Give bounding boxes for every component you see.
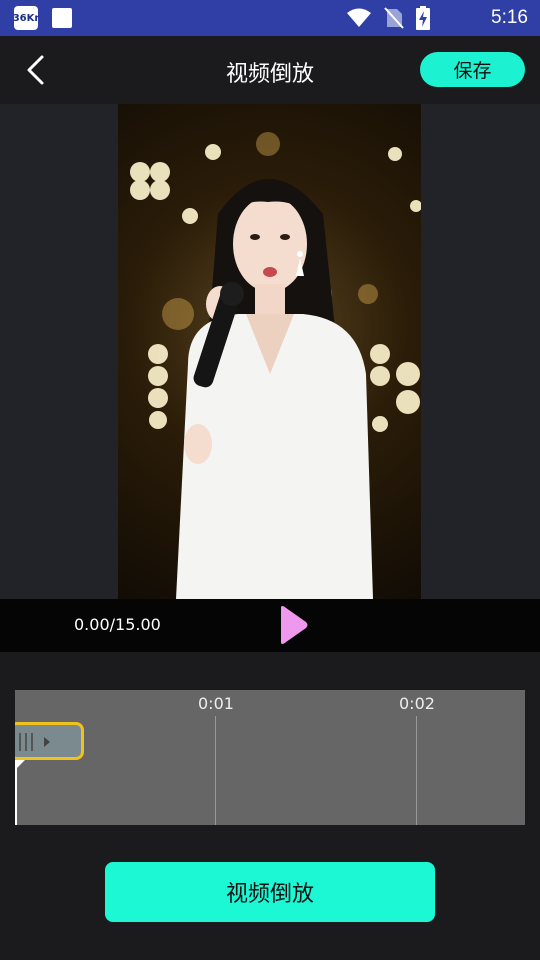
grip-icon [19, 733, 50, 751]
top-app-bar: 视频倒放 保存 [0, 36, 540, 104]
play-icon[interactable] [279, 605, 309, 645]
status-icons [346, 6, 430, 30]
time-readout: 0.00/15.00 [74, 615, 161, 634]
save-button[interactable]: 保存 [420, 52, 525, 87]
playback-bar: 0.00/15.00 [0, 599, 540, 652]
tick-line [215, 716, 216, 825]
video-preview-area [0, 104, 540, 599]
status-time: 5:16 [491, 7, 528, 28]
tick-line [416, 716, 417, 825]
video-preview[interactable] [118, 104, 421, 599]
status-bar: 36Kr 5:16 [0, 0, 540, 36]
tick-label: 0:01 [198, 694, 234, 713]
clip-drag-handle[interactable] [15, 722, 84, 760]
battery-charging-icon [416, 6, 430, 30]
playhead-marker [15, 760, 25, 770]
notification-square-icon [52, 8, 72, 28]
wifi-icon [347, 8, 371, 27]
app-badge-text: 36Kr [12, 12, 40, 24]
video-frame-image [130, 132, 421, 599]
timeline[interactable]: 0:01 0:02 [15, 690, 525, 825]
app-notification-icon: 36Kr [12, 6, 40, 30]
no-sim-icon [384, 7, 404, 29]
tick-label: 0:02 [399, 694, 435, 713]
reverse-video-button[interactable]: 视频倒放 [105, 862, 435, 922]
